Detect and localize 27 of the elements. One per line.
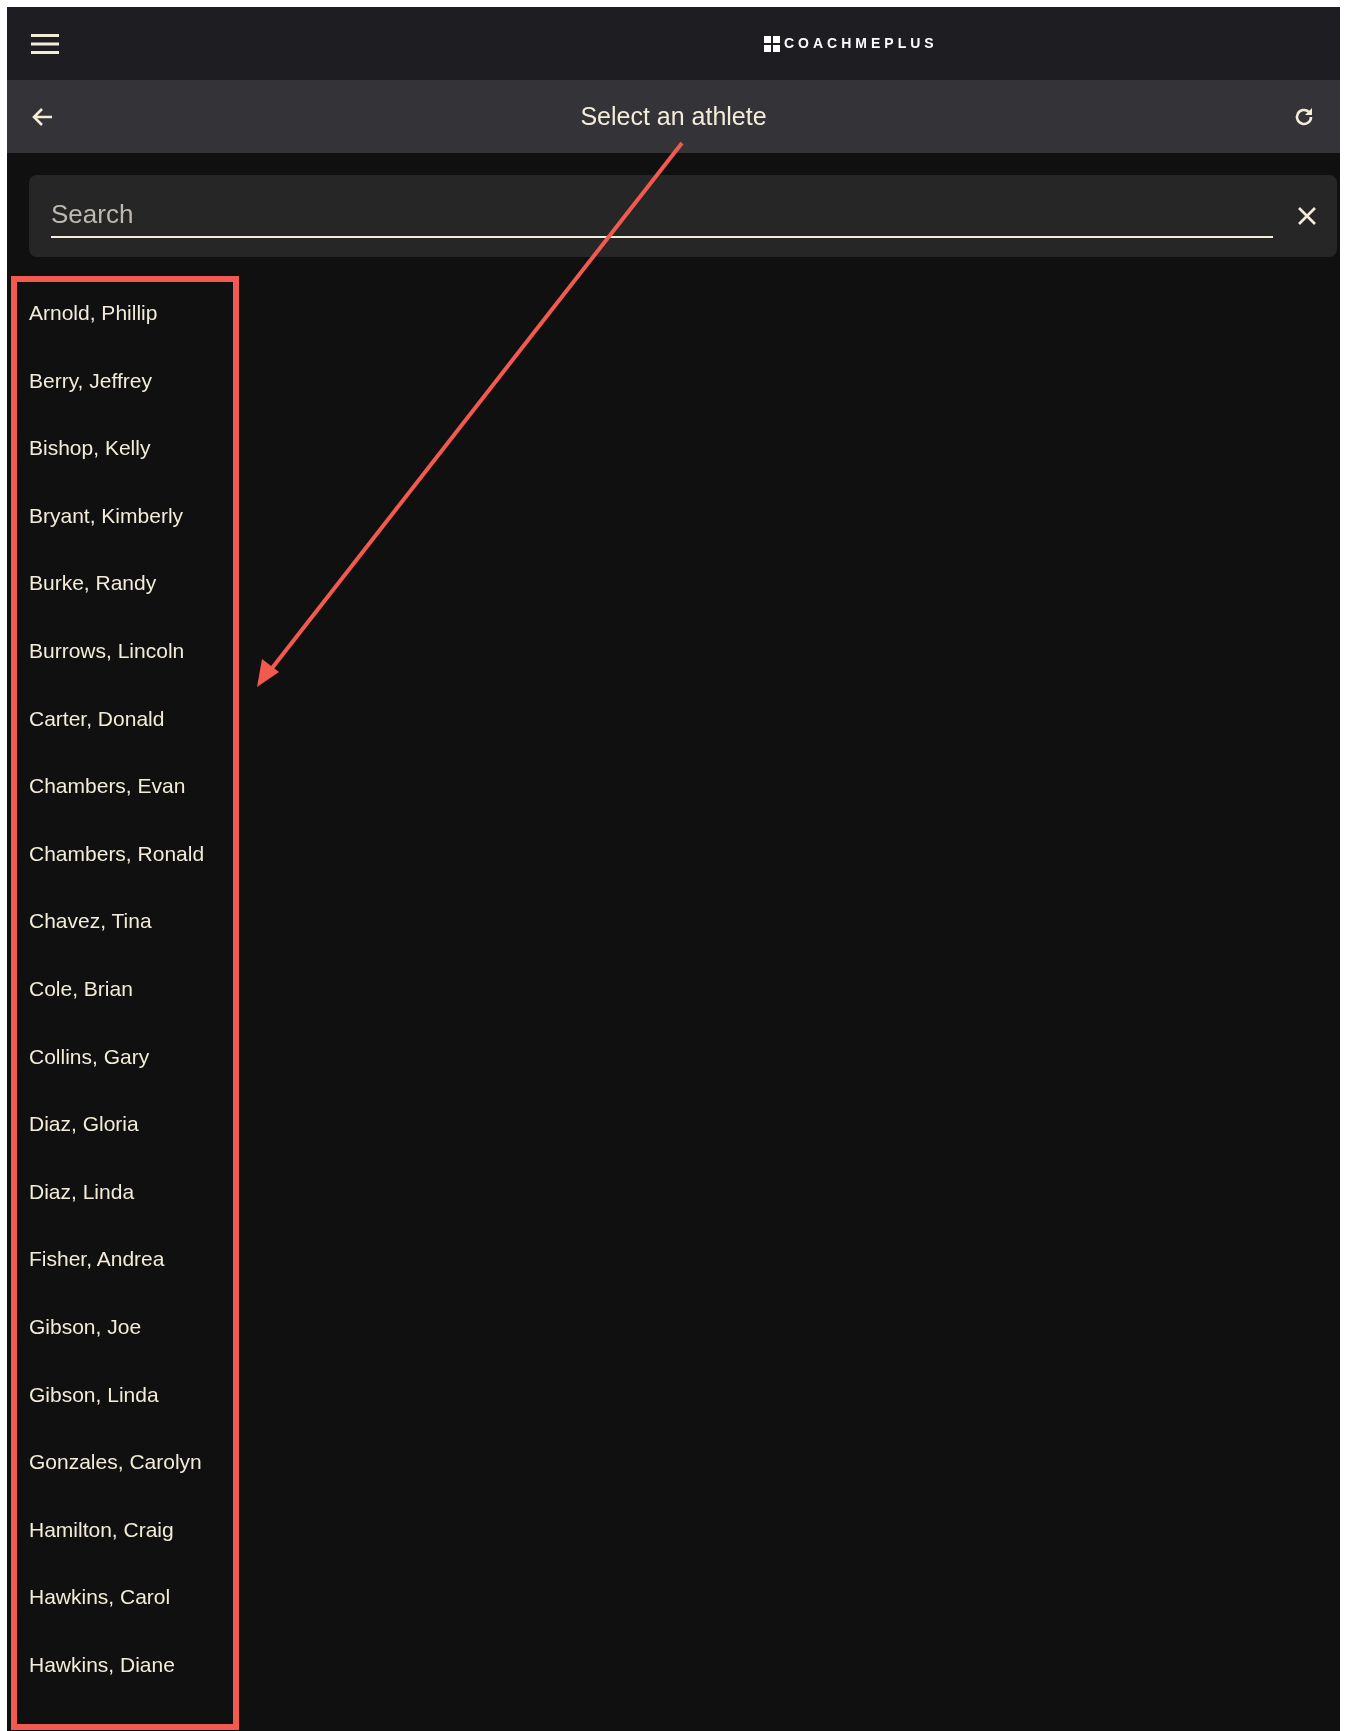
page-title: Select an athlete (580, 100, 767, 132)
athlete-item[interactable]: Diaz, Linda (29, 1175, 135, 1208)
athlete-item[interactable]: Bryant, Kimberly (29, 499, 184, 532)
athlete-item[interactable]: Cole, Brian (29, 973, 133, 1005)
athlete-item[interactable]: Fisher, Andrea (29, 1243, 165, 1275)
logo-icon (764, 35, 780, 52)
athlete-item[interactable]: Hawkins, Diane (29, 1648, 175, 1681)
athlete-item[interactable]: Burke, Randy (29, 567, 157, 599)
athlete-item[interactable]: Burrows, Lincoln (29, 635, 185, 667)
athlete-item[interactable]: Hamilton, Craig (29, 1513, 174, 1546)
athlete-item[interactable]: Bishop, Kelly (29, 432, 151, 464)
athlete-item[interactable]: Arnold, Phillip (29, 297, 158, 329)
logo-text: COACHMEPLUS (784, 34, 938, 53)
close-icon[interactable] (1297, 206, 1317, 226)
athlete-item[interactable]: Berry, Jeffrey (29, 364, 152, 397)
menu-icon[interactable] (31, 32, 59, 55)
athlete-item[interactable]: Chambers, Ronald (29, 837, 205, 870)
athlete-item[interactable]: Carter, Donald (29, 702, 165, 735)
athlete-item[interactable]: Gonzales, Carolyn (29, 1446, 202, 1478)
athlete-item[interactable]: Diaz, Gloria (29, 1108, 139, 1140)
athlete-item[interactable]: Chambers, Evan (29, 770, 186, 802)
athlete-item[interactable]: Gibson, Joe (29, 1310, 142, 1343)
athlete-item[interactable]: Chavez, Tina (29, 905, 152, 937)
athlete-item[interactable]: Hawkins, Carol (29, 1581, 171, 1613)
athlete-item[interactable]: Gibson, Linda (29, 1378, 159, 1411)
athlete-item[interactable]: Collins, Gary (29, 1040, 150, 1073)
search-field[interactable]: Search (29, 175, 1337, 257)
